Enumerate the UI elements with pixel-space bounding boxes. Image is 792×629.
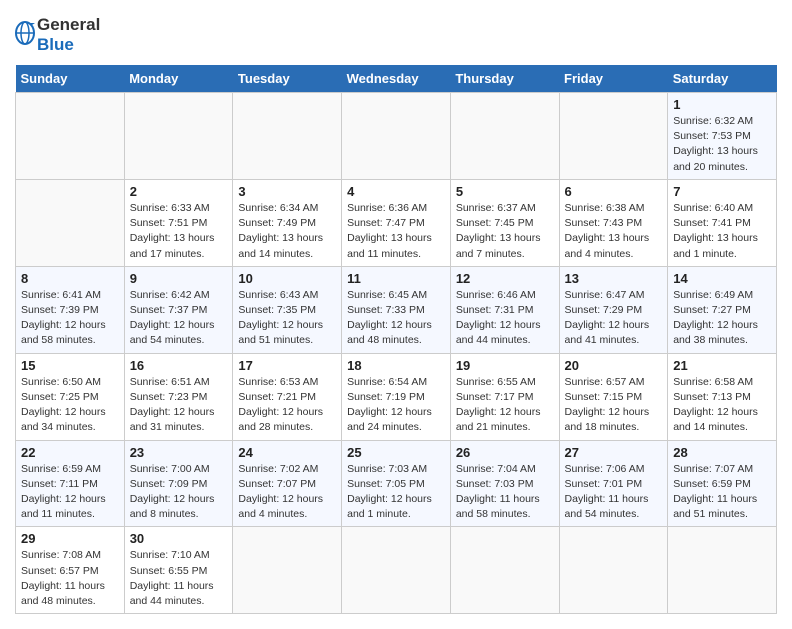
empty-cell — [233, 93, 342, 180]
calendar-day-1: 1Sunrise: 6:32 AMSunset: 7:53 PMDaylight… — [668, 93, 777, 180]
calendar-day-5: 5Sunrise: 6:37 AMSunset: 7:45 PMDaylight… — [450, 179, 559, 266]
logo-general-text: General — [37, 15, 100, 34]
calendar-day-21: 21Sunrise: 6:58 AMSunset: 7:13 PMDayligh… — [668, 353, 777, 440]
calendar-day-22: 22Sunrise: 6:59 AMSunset: 7:11 PMDayligh… — [16, 440, 125, 527]
calendar-header-row: SundayMondayTuesdayWednesdayThursdayFrid… — [16, 65, 777, 93]
header-thursday: Thursday — [450, 65, 559, 93]
header-saturday: Saturday — [668, 65, 777, 93]
empty-cell — [559, 93, 668, 180]
calendar-day-4: 4Sunrise: 6:36 AMSunset: 7:47 PMDaylight… — [342, 179, 451, 266]
empty-cell — [16, 179, 125, 266]
calendar-day-3: 3Sunrise: 6:34 AMSunset: 7:49 PMDaylight… — [233, 179, 342, 266]
header-sunday: Sunday — [16, 65, 125, 93]
calendar-day-12: 12Sunrise: 6:46 AMSunset: 7:31 PMDayligh… — [450, 266, 559, 353]
calendar-day-24: 24Sunrise: 7:02 AMSunset: 7:07 PMDayligh… — [233, 440, 342, 527]
logo-blue-text: Blue — [37, 35, 74, 54]
empty-cell — [668, 527, 777, 614]
empty-cell — [450, 93, 559, 180]
empty-cell — [124, 93, 233, 180]
calendar-day-7: 7Sunrise: 6:40 AMSunset: 7:41 PMDaylight… — [668, 179, 777, 266]
calendar-day-16: 16Sunrise: 6:51 AMSunset: 7:23 PMDayligh… — [124, 353, 233, 440]
calendar-day-9: 9Sunrise: 6:42 AMSunset: 7:37 PMDaylight… — [124, 266, 233, 353]
calendar-week-1: 1Sunrise: 6:32 AMSunset: 7:53 PMDaylight… — [16, 93, 777, 180]
calendar-day-17: 17Sunrise: 6:53 AMSunset: 7:21 PMDayligh… — [233, 353, 342, 440]
header-tuesday: Tuesday — [233, 65, 342, 93]
header-friday: Friday — [559, 65, 668, 93]
calendar-day-18: 18Sunrise: 6:54 AMSunset: 7:19 PMDayligh… — [342, 353, 451, 440]
logo-globe-icon — [15, 21, 35, 45]
header-monday: Monday — [124, 65, 233, 93]
calendar-day-28: 28Sunrise: 7:07 AMSunset: 6:59 PMDayligh… — [668, 440, 777, 527]
empty-cell — [559, 527, 668, 614]
calendar-day-23: 23Sunrise: 7:00 AMSunset: 7:09 PMDayligh… — [124, 440, 233, 527]
calendar-week-5: 22Sunrise: 6:59 AMSunset: 7:11 PMDayligh… — [16, 440, 777, 527]
calendar-week-4: 15Sunrise: 6:50 AMSunset: 7:25 PMDayligh… — [16, 353, 777, 440]
calendar-week-2: 2Sunrise: 6:33 AMSunset: 7:51 PMDaylight… — [16, 179, 777, 266]
calendar-day-20: 20Sunrise: 6:57 AMSunset: 7:15 PMDayligh… — [559, 353, 668, 440]
calendar-day-6: 6Sunrise: 6:38 AMSunset: 7:43 PMDaylight… — [559, 179, 668, 266]
calendar-day-11: 11Sunrise: 6:45 AMSunset: 7:33 PMDayligh… — [342, 266, 451, 353]
calendar-day-26: 26Sunrise: 7:04 AMSunset: 7:03 PMDayligh… — [450, 440, 559, 527]
calendar-week-3: 8Sunrise: 6:41 AMSunset: 7:39 PMDaylight… — [16, 266, 777, 353]
calendar-table: SundayMondayTuesdayWednesdayThursdayFrid… — [15, 65, 777, 614]
calendar-day-2: 2Sunrise: 6:33 AMSunset: 7:51 PMDaylight… — [124, 179, 233, 266]
empty-cell — [233, 527, 342, 614]
calendar-day-15: 15Sunrise: 6:50 AMSunset: 7:25 PMDayligh… — [16, 353, 125, 440]
calendar-day-30: 30Sunrise: 7:10 AMSunset: 6:55 PMDayligh… — [124, 527, 233, 614]
header-wednesday: Wednesday — [342, 65, 451, 93]
calendar-day-19: 19Sunrise: 6:55 AMSunset: 7:17 PMDayligh… — [450, 353, 559, 440]
calendar-day-10: 10Sunrise: 6:43 AMSunset: 7:35 PMDayligh… — [233, 266, 342, 353]
empty-cell — [450, 527, 559, 614]
empty-cell — [342, 527, 451, 614]
logo: General Blue — [15, 15, 100, 55]
empty-cell — [16, 93, 125, 180]
calendar-day-25: 25Sunrise: 7:03 AMSunset: 7:05 PMDayligh… — [342, 440, 451, 527]
calendar-day-8: 8Sunrise: 6:41 AMSunset: 7:39 PMDaylight… — [16, 266, 125, 353]
calendar-day-13: 13Sunrise: 6:47 AMSunset: 7:29 PMDayligh… — [559, 266, 668, 353]
calendar-day-29: 29Sunrise: 7:08 AMSunset: 6:57 PMDayligh… — [16, 527, 125, 614]
calendar-week-6: 29Sunrise: 7:08 AMSunset: 6:57 PMDayligh… — [16, 527, 777, 614]
calendar-day-27: 27Sunrise: 7:06 AMSunset: 7:01 PMDayligh… — [559, 440, 668, 527]
empty-cell — [342, 93, 451, 180]
page-header: General Blue — [15, 15, 777, 55]
calendar-day-14: 14Sunrise: 6:49 AMSunset: 7:27 PMDayligh… — [668, 266, 777, 353]
